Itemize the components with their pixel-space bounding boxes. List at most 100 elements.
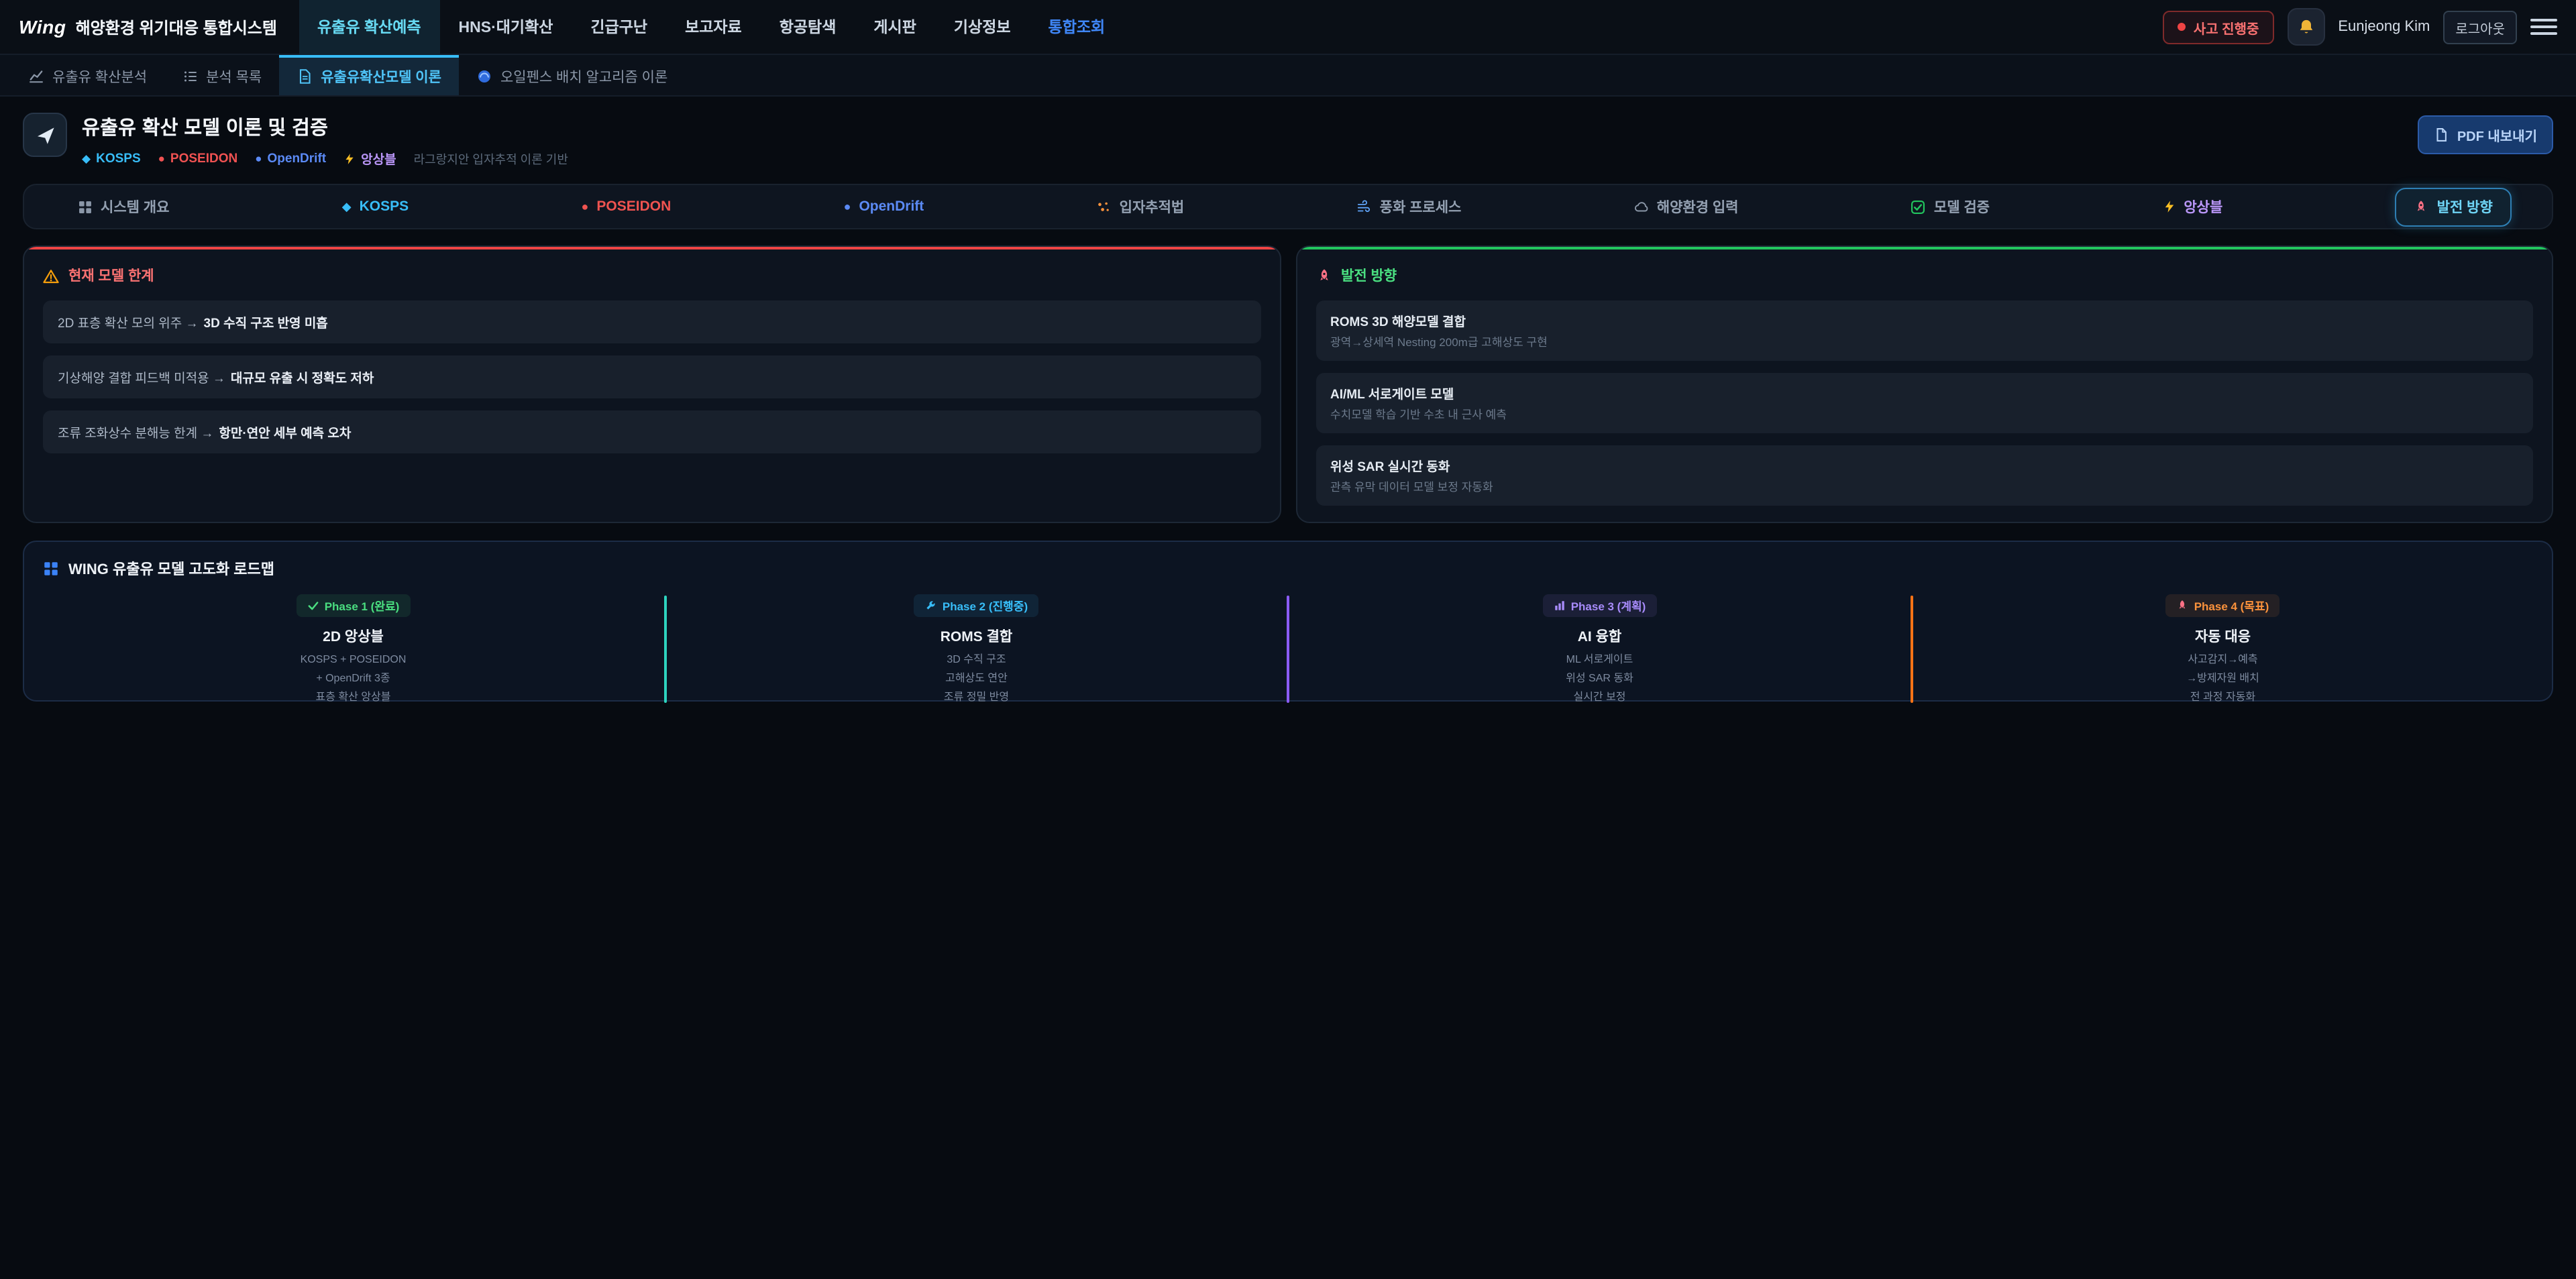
page-title-block: 유출유 확산 모델 이론 및 검증 ◆ KOSPS ● POSEIDON ● O <box>82 113 568 168</box>
main-content: 유출유 확산 모델 이론 및 검증 ◆ KOSPS ● POSEIDON ● O <box>0 97 2576 702</box>
tab-spill-analysis[interactable]: 유출유 확산분석 <box>11 55 164 95</box>
dot-icon: ● <box>255 152 262 165</box>
page-subtitle: 라그랑지안 입자추적 이론 기반 <box>414 150 568 167</box>
phase-line: + OpenDrift 3종 <box>43 672 663 687</box>
phase-badge-label: Phase 3 (계획) <box>1571 598 1646 614</box>
warning-icon <box>43 268 59 284</box>
badge-opendrift: ● OpenDrift <box>255 151 326 166</box>
app-title: 해양환경 위기대응 통합시스템 <box>76 15 277 38</box>
roadmap-phase-3: Phase 3 (계획) AI 융합 ML 서로게이트 위성 SAR 동화 실시… <box>1289 594 1910 705</box>
section-tab-label: 해양환경 입력 <box>1657 197 1739 217</box>
main-nav: 유출유 확산예측 HNS·대기확산 긴급구난 보고자료 항공탐색 게시판 기상정… <box>299 0 1124 54</box>
brand[interactable]: Wing 해양환경 위기대응 통합시스템 <box>19 15 277 38</box>
logout-button[interactable]: 로그아웃 <box>2443 10 2517 44</box>
hamburger-menu-icon[interactable] <box>2530 13 2557 41</box>
sub-tabbar: 유출유 확산분석 분석 목록 유출유확산모델 이론 오일펜스 배치 알고리즘 이… <box>0 55 2576 97</box>
rocket-icon <box>2177 600 2189 612</box>
phase-name: 2D 앙상블 <box>43 626 663 647</box>
section-tab-kosps[interactable]: ◆ KOSPS <box>342 199 409 215</box>
badge-poseidon: ● POSEIDON <box>158 151 238 166</box>
phase-badge-label: Phase 2 (진행중) <box>943 598 1028 614</box>
phase-line: KOSPS + POSEIDON <box>43 653 663 668</box>
section-tab-future[interactable]: 발전 방향 <box>2396 187 2512 226</box>
bolt-icon <box>2162 200 2176 213</box>
phase-line: 고해상도 연안 <box>666 672 1287 687</box>
pdf-export-label: PDF 내보내기 <box>2457 125 2537 145</box>
topbar: Wing 해양환경 위기대응 통합시스템 유출유 확산예측 HNS·대기확산 긴… <box>0 0 2576 55</box>
notifications-button[interactable] <box>2287 8 2324 46</box>
diamond-icon: ◆ <box>342 199 352 214</box>
phase-name: 자동 대응 <box>1913 626 2533 647</box>
nav-item-oil-spill-prediction[interactable]: 유출유 확산예측 <box>299 0 440 54</box>
section-tab-poseidon[interactable]: ● POSEIDON <box>582 199 672 215</box>
section-tab-label: 발전 방향 <box>2437 197 2493 217</box>
bell-icon <box>2296 17 2315 36</box>
tab-label: 오일펜스 배치 알고리즘 이론 <box>500 66 667 87</box>
roadmap-title: WING 유출유 모델 고도화 로드맵 <box>43 558 2533 579</box>
badge-ensemble: 앙상블 <box>343 149 396 168</box>
limit-item: 조류 조화상수 분해능 한계 →항만·연안 세부 예측 오차 <box>43 410 1260 453</box>
cloud-icon <box>1634 199 1649 214</box>
model-badge-row: ◆ KOSPS ● POSEIDON ● OpenDrift <box>82 149 568 168</box>
section-tab-validation[interactable]: 모델 검증 <box>1911 197 1990 217</box>
limits-list: 2D 표층 확산 모의 위주 →3D 수직 구조 반영 미흡 기상해양 결합 피… <box>43 300 1260 453</box>
section-tab-label: KOSPS <box>360 199 409 215</box>
phase-line: →방제자원 배치 <box>1913 672 2533 687</box>
tab-model-theory[interactable]: 유출유확산모델 이론 <box>279 55 459 95</box>
section-tab-weathering[interactable]: 풍화 프로세스 <box>1357 197 1462 217</box>
line-chart-icon <box>28 68 44 85</box>
logo-text: Wing <box>19 16 66 38</box>
section-tab-label: 입자추적법 <box>1120 197 1185 217</box>
phase-3-badge: Phase 3 (계획) <box>1543 594 1657 617</box>
nav-item-aerial-search[interactable]: 항공탐색 <box>761 0 855 54</box>
roadmap-phase-2: Phase 2 (진행중) ROMS 결합 3D 수직 구조 고해상도 연안 조… <box>666 594 1287 705</box>
limits-title-text: 현재 모델 한계 <box>68 266 154 286</box>
tab-analysis-list[interactable]: 분석 목록 <box>164 55 279 95</box>
tab-label: 유출유확산모델 이론 <box>321 66 441 87</box>
dot-icon: ● <box>582 200 589 213</box>
limit-text: 2D 표층 확산 모의 위주 → <box>58 317 199 331</box>
navigation-arrow-icon <box>34 124 56 146</box>
nav-item-integrated-search[interactable]: 통합조회 <box>1030 0 1124 54</box>
incident-status-badge[interactable]: 사고 진행중 <box>2163 10 2274 44</box>
future-item-title: AI/ML 서로게이트 모델 <box>1330 384 2518 402</box>
phase-2-badge: Phase 2 (진행중) <box>914 594 1038 617</box>
limit-text-bold: 항만·연안 세부 예측 오차 <box>219 427 351 441</box>
bolt-icon <box>343 152 356 164</box>
document-icon <box>297 68 313 85</box>
phase-name: ROMS 결합 <box>666 626 1287 647</box>
badge-label: OpenDrift <box>268 151 327 166</box>
phase-line: 위성 SAR 동화 <box>1289 672 1910 687</box>
check-icon <box>307 600 319 612</box>
nav-item-emergency-rescue[interactable]: 긴급구난 <box>572 0 666 54</box>
section-tab-opendrift[interactable]: ● OpenDrift <box>844 199 924 215</box>
phase-line: ML 서로게이트 <box>1289 653 1910 668</box>
pdf-export-button[interactable]: PDF 내보내기 <box>2418 115 2553 154</box>
section-tab-ocean-input[interactable]: 해양환경 입력 <box>1634 197 1739 217</box>
nav-item-hns-diffusion[interactable]: HNS·대기확산 <box>440 0 572 54</box>
section-tab-label: 앙상블 <box>2184 197 2222 217</box>
list-icon <box>182 68 198 85</box>
incident-label: 사고 진행중 <box>2194 17 2259 37</box>
roadmap-phase-4: Phase 4 (목표) 자동 대응 사고감지→예측 →방제자원 배치 전 과정… <box>1913 594 2533 705</box>
badge-label: POSEIDON <box>170 151 237 166</box>
nav-item-weather-info[interactable]: 기상정보 <box>935 0 1030 54</box>
section-tab-ensemble[interactable]: 앙상블 <box>2162 197 2222 217</box>
limit-text: 기상해양 결합 피드백 미적용 → <box>58 372 225 386</box>
page-title: 유출유 확산 모델 이론 및 검증 <box>82 113 568 141</box>
badge-label: 앙상블 <box>361 149 396 168</box>
tab-oil-fence-theory[interactable]: 오일펜스 배치 알고리즘 이론 <box>459 55 685 95</box>
nav-item-reports[interactable]: 보고자료 <box>666 0 761 54</box>
roadmap-phases: Phase 1 (완료) 2D 앙상블 KOSPS + POSEIDON + O… <box>43 594 2533 705</box>
future-item-desc: 광역→상세역 Nesting 200m급 고해상도 구현 <box>1330 334 2518 350</box>
particles-icon <box>1097 199 1112 214</box>
tab-label: 유출유 확산분석 <box>52 66 147 87</box>
nav-item-board[interactable]: 게시판 <box>855 0 935 54</box>
rocket-icon <box>2414 199 2429 214</box>
section-tab-particle-tracking[interactable]: 입자추적법 <box>1097 197 1185 217</box>
phase-line: 전 과정 자동화 <box>1913 690 2533 705</box>
section-tab-label: 시스템 개요 <box>101 197 169 217</box>
section-tab-overview[interactable]: 시스템 개요 <box>78 197 169 217</box>
future-directions-panel: 발전 방향 ROMS 3D 해양모델 결합 광역→상세역 Nesting 200… <box>1295 245 2553 523</box>
phase-badge-label: Phase 1 (완료) <box>325 598 400 614</box>
